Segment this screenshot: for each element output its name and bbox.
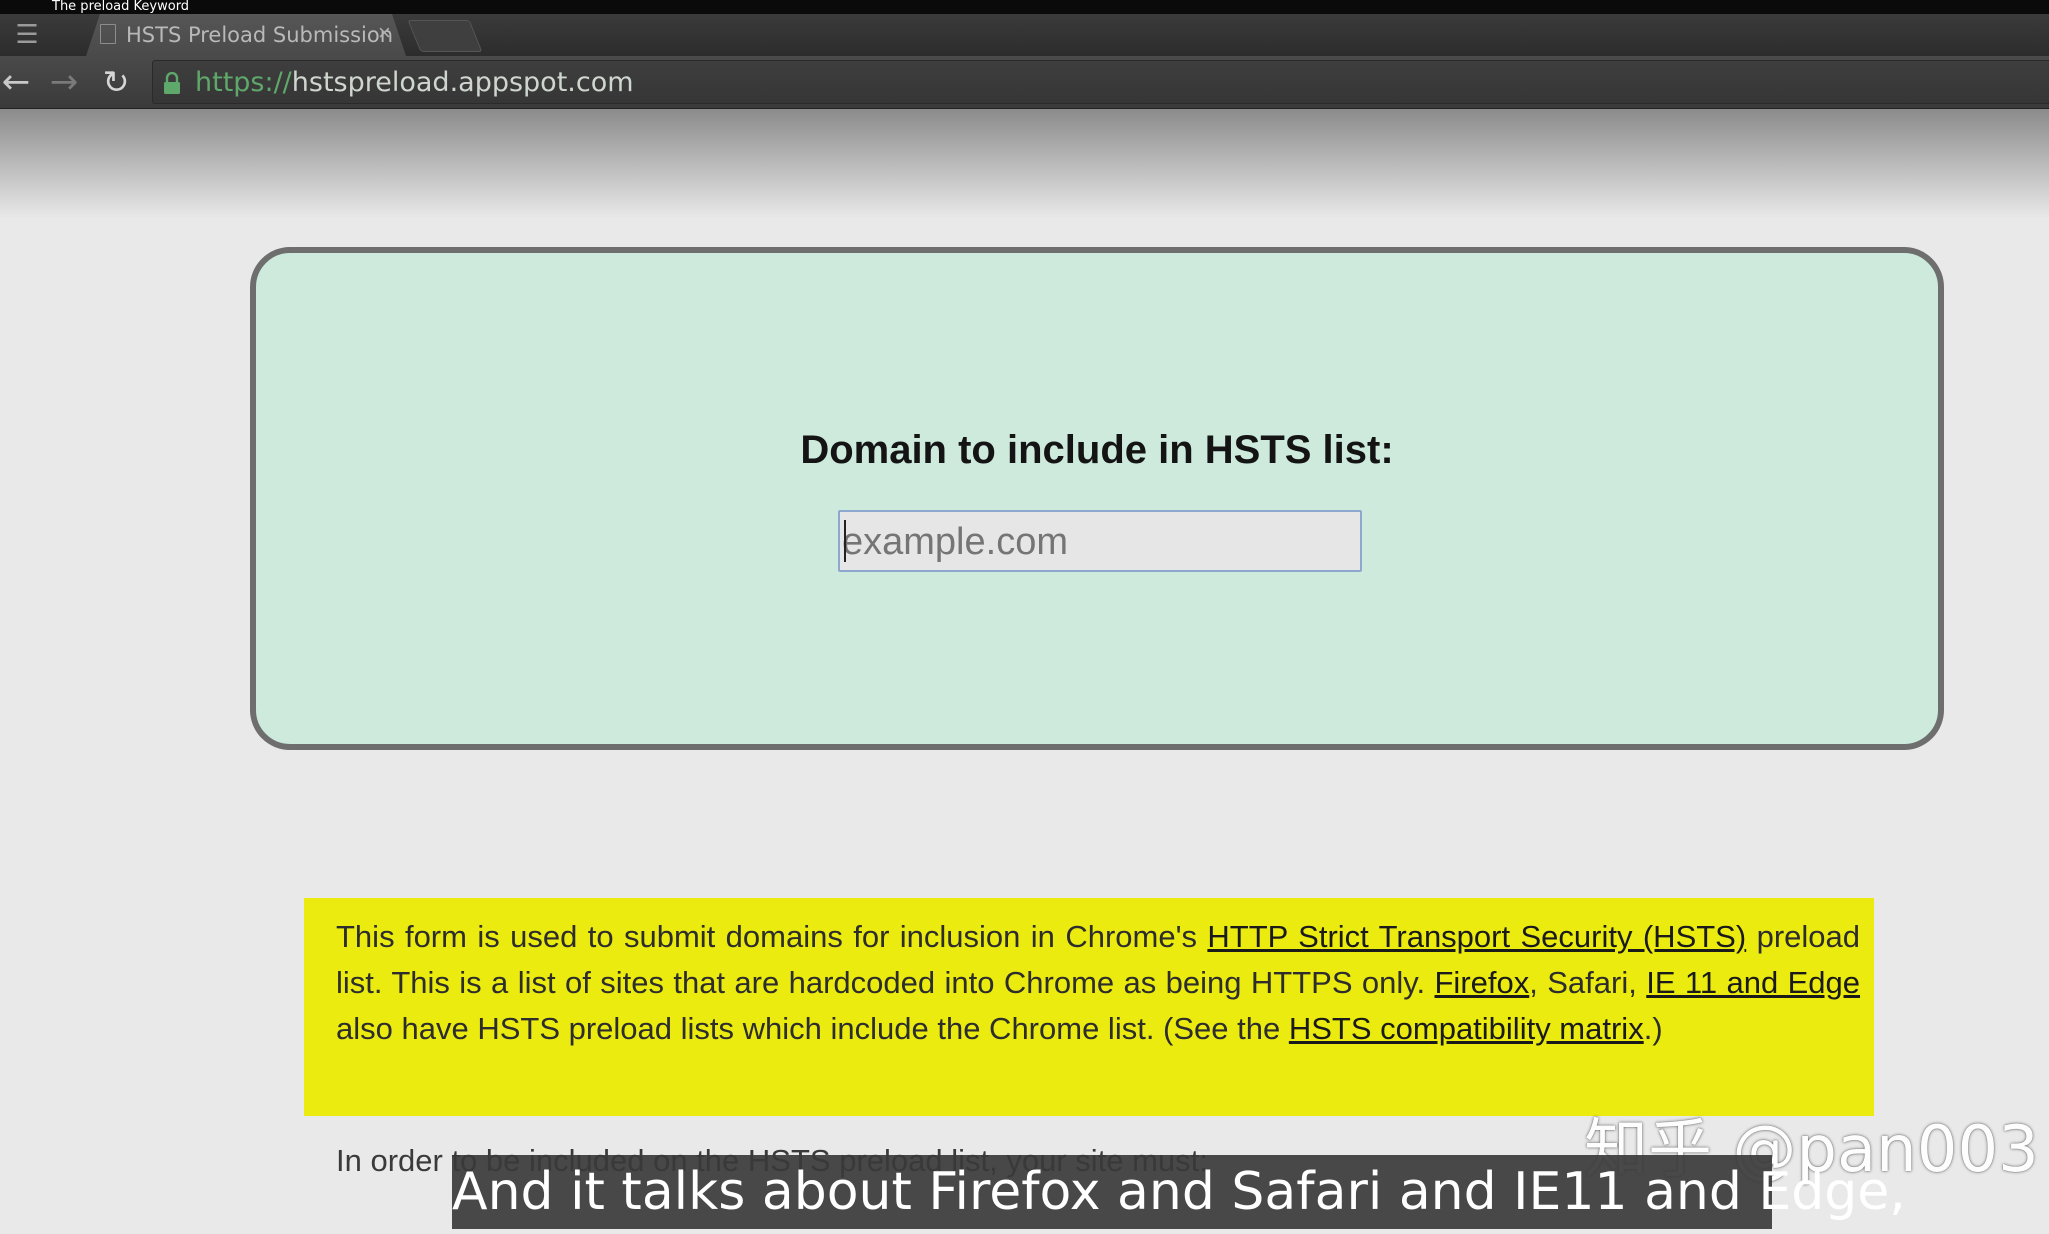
info-paragraph: This form is used to submit domains for … [336,914,1860,1052]
info-box: This form is used to submit domains for … [304,898,1874,1116]
url-text: https://hstspreload.appspot.com [195,67,634,98]
info-text-3: , Safari, [1529,965,1647,1000]
link-ie-edge[interactable]: IE 11 and Edge [1646,965,1860,1000]
page-icon [100,24,116,44]
form-heading: Domain to include in HSTS list: [800,428,1394,472]
app-menu-icon[interactable]: ☰ [2,16,52,52]
link-compatibility-matrix[interactable]: HSTS compatibility matrix [1289,1011,1644,1046]
domain-input[interactable] [838,510,1362,572]
tab-title: HSTS Preload Submission [126,23,394,47]
info-text-5: .) [1643,1011,1663,1046]
back-arrow-icon[interactable]: ← [0,60,36,104]
lock-icon [164,72,180,94]
window-title: The preload Keyword [52,0,190,14]
url-scheme: https:// [195,67,292,98]
page-top-shadow [0,109,2049,219]
info-text-4: also have HSTS preload lists which inclu… [336,1011,1289,1046]
address-bar[interactable]: https://hstspreload.appspot.com [152,60,2049,104]
browser-toolbar: ← → ↻ https://hstspreload.appspot.com [0,56,2049,109]
new-tab-button[interactable] [407,20,483,52]
domain-form-card: Domain to include in HSTS list: [250,247,1944,750]
reload-icon[interactable]: ↻ [96,60,136,104]
tab-close-icon[interactable]: × [378,20,391,46]
video-subtitle: And it talks about Firefox and Safari an… [452,1155,1906,1229]
link-firefox[interactable]: Firefox [1435,965,1530,1000]
info-text-1: This form is used to submit domains for … [336,919,1208,954]
text-caret [844,520,846,562]
tab-hsts-preload[interactable]: HSTS Preload Submission × [86,14,406,56]
url-host: hstspreload.appspot.com [291,67,634,98]
tab-strip: ☰ HSTS Preload Submission × [0,14,2049,56]
forward-arrow-icon[interactable]: → [44,60,84,104]
link-hsts[interactable]: HTTP Strict Transport Security (HSTS) [1207,919,1746,954]
window-titlebar: The preload Keyword [0,0,2049,14]
